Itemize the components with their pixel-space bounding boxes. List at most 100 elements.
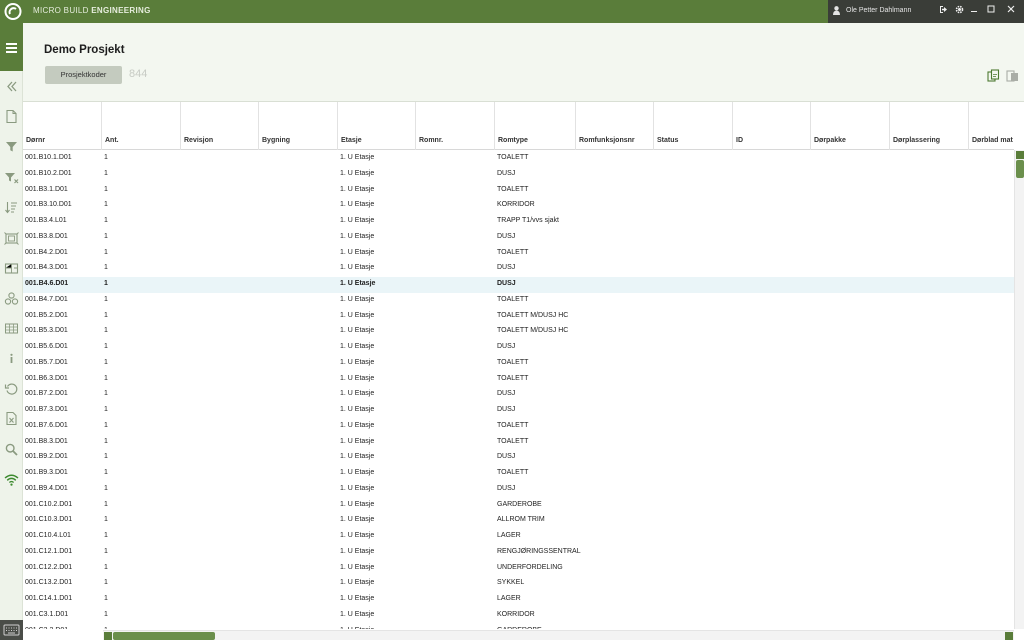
table-row[interactable]: 001.C14.1.D01 1 1. U Etasje LAGER — [23, 592, 1014, 608]
cell-floor: 1. U Etasje — [340, 248, 375, 256]
column-header-roomtype[interactable]: Romtype — [495, 102, 576, 150]
column-header-doorleaf[interactable]: Dørblad mat — [969, 102, 1014, 150]
user-name[interactable]: Ole Petter Dahlmann — [846, 7, 911, 14]
cell-count: 1 — [104, 469, 108, 476]
table-row[interactable]: 001.B5.2.D01 1 1. U Etasje TOALETT M/DUSJ H… — [23, 309, 1014, 325]
vertical-scroll-thumb[interactable] — [1016, 160, 1024, 178]
logout-icon[interactable] — [937, 5, 949, 17]
vertical-scrollbar[interactable] — [1014, 150, 1024, 629]
history-icon[interactable] — [4, 381, 19, 396]
table-row[interactable]: 001.B10.1.D01 1 1. U Etasje TOALETT — [23, 151, 1014, 167]
cell-count: 1 — [104, 280, 108, 287]
column-header-doornr[interactable]: Dørnr — [23, 102, 102, 150]
table-row[interactable]: 001.C12.1.D01 1 1. U Etasje RENGJØRINGSSENT… — [23, 545, 1014, 561]
cell-door-number: 001.B6.3.D01 — [25, 374, 68, 382]
table-row[interactable]: 001.B7.6.D01 1 1. U Etasje TOALETT — [23, 419, 1014, 435]
column-header-status[interactable]: Status — [654, 102, 733, 150]
table-row[interactable]: 001.C10.2.D01 1 1. U Etasje GARDEROBE — [23, 498, 1014, 514]
table-row[interactable]: 001.B7.2.D01 1 1. U Etasje DUSJ — [23, 387, 1014, 403]
info-icon[interactable] — [4, 351, 19, 366]
table-row[interactable]: 001.B8.3.D01 1 1. U Etasje TOALETT — [23, 435, 1014, 451]
table-row[interactable]: 001.B6.3.D01 1 1. U Etasje TOALETT — [23, 372, 1014, 388]
cell-floor: 1. U Etasje — [340, 154, 375, 161]
table-row[interactable]: 001.B4.3.D01 1 1. U Etasje DUSJ — [23, 261, 1014, 277]
table-row[interactable]: 001.B3.1.D01 1 1. U Etasje TOALETT — [23, 183, 1014, 199]
column-header-count[interactable]: Ant. — [102, 102, 181, 150]
minimize-icon[interactable] — [968, 5, 980, 17]
table-row[interactable]: 001.B9.3.D01 1 1. U Etasje TOALETT — [23, 466, 1014, 482]
filter-clear-icon[interactable] — [4, 170, 19, 185]
collapse-icon[interactable] — [4, 79, 19, 94]
table-row[interactable]: 001.B7.3.D01 1 1. U Etasje DUSJ — [23, 403, 1014, 419]
table-row[interactable]: 001.B5.7.D01 1 1. U Etasje TOALETT — [23, 356, 1014, 372]
table-row[interactable]: 001.C12.2.D01 1 1. U Etasje UNDERFORDELING — [23, 561, 1014, 577]
copy-icon[interactable] — [987, 69, 1000, 82]
table-row[interactable]: 001.B10.2.D01 1 1. U Etasje DUSJ — [23, 167, 1014, 183]
brand-name: MICRO BUILD ENGINEERING — [33, 6, 151, 15]
sort-icon[interactable] — [4, 200, 19, 215]
close-icon[interactable] — [1005, 5, 1017, 17]
column-header-doorplacement[interactable]: Dørplassering — [890, 102, 969, 150]
grid-icon[interactable] — [4, 321, 19, 336]
table-row[interactable]: 001.B3.10.D01 1 1. U Etasje KORRIDOR — [23, 198, 1014, 214]
title-bar: MICRO BUILD ENGINEERING Ole Petter Dahlm… — [0, 0, 1024, 23]
maximize-icon[interactable] — [985, 5, 997, 17]
table-row[interactable]: 001.C13.2.D01 1 1. U Etasje SYKKEL — [23, 576, 1014, 592]
cell-floor: 1. U Etasje — [340, 201, 375, 209]
excel-icon[interactable] — [4, 411, 19, 426]
cell-count: 1 — [104, 201, 108, 209]
table-row[interactable]: 001.B5.6.D01 1 1. U Etasje DUSJ — [23, 340, 1014, 356]
components-icon[interactable] — [4, 291, 19, 306]
column-header-revision[interactable]: Revisjon — [181, 102, 259, 150]
document-icon[interactable] — [4, 109, 19, 124]
cell-door-number: 001.C3.2.D01 — [25, 627, 68, 630]
settings-gear-icon[interactable] — [953, 5, 965, 17]
table-row[interactable]: 001.C10.3.D01 1 1. U Etasje ALLROM TRIM — [23, 513, 1014, 529]
column-header-roomfunction[interactable]: Romfunksjonsnr — [576, 102, 654, 150]
project-codes-button[interactable]: Prosjektkoder — [45, 66, 122, 84]
cell-count: 1 — [104, 532, 108, 539]
cell-door-number: 001.C10.3.D01 — [25, 516, 73, 524]
column-header-label: Romfunksjonsnr — [579, 137, 635, 144]
column-header-roomnr[interactable]: Romnr. — [416, 102, 495, 150]
table-row[interactable]: 001.B3.4.L01 1 1. U Etasje TRAPP T1/vvs sja… — [23, 214, 1014, 230]
table-row[interactable]: 001.B9.4.D01 1 1. U Etasje DUSJ — [23, 482, 1014, 498]
table-row[interactable]: 001.B4.2.D01 1 1. U Etasje TOALETT — [23, 246, 1014, 262]
project-header: Demo Prosjekt Prosjektkoder 844 — [23, 23, 1024, 102]
column-header-building[interactable]: Bygning — [259, 102, 338, 150]
table-row[interactable]: 001.C10.4.L01 1 1. U Etasje LAGER — [23, 529, 1014, 545]
horizontal-scrollbar[interactable] — [103, 630, 1014, 640]
scroll-up-icon[interactable] — [1016, 151, 1024, 159]
keyboard-icon[interactable] — [0, 620, 23, 640]
scroll-right-icon[interactable] — [1005, 632, 1013, 640]
cell-floor: 1. U Etasje — [340, 185, 375, 193]
paste-icon[interactable] — [1006, 69, 1019, 82]
table-row[interactable]: 001.B5.3.D01 1 1. U Etasje TOALETT M/DUSJ H… — [23, 324, 1014, 340]
wifi-icon[interactable] — [4, 472, 19, 487]
table-row[interactable]: 001.C3.1.D01 1 1. U Etasje KORRIDOR — [23, 608, 1014, 624]
cell-door-number: 001.B5.7.D01 — [25, 358, 68, 366]
column-header-id[interactable]: ID — [733, 102, 811, 150]
scroll-left-icon[interactable] — [104, 632, 112, 640]
cell-room-type: DUSJ — [497, 169, 516, 177]
column-header-doorpackage[interactable]: Dørpakke — [811, 102, 890, 150]
building-plan-icon[interactable] — [4, 261, 19, 276]
table-row[interactable]: 001.B3.8.D01 1 1. U Etasje DUSJ — [23, 230, 1014, 246]
table-row[interactable]: 001.B4.7.D01 1 1. U Etasje TOALETT — [23, 293, 1014, 309]
horizontal-scroll-thumb[interactable] — [113, 632, 215, 640]
cell-room-type: TOALETT — [497, 374, 529, 382]
filter-icon[interactable] — [4, 139, 19, 154]
cell-room-type: KORRIDOR — [497, 201, 535, 209]
table-row[interactable]: 001.B4.6.D01 1 1. U Etasje DUSJ — [23, 277, 1014, 293]
cell-floor: 1. U Etasje — [340, 547, 375, 555]
floor-plan-icon[interactable] — [4, 231, 19, 246]
table-row[interactable]: 001.C3.2.D01 1 1. U Etasje GARDEROBE — [23, 624, 1014, 630]
cell-door-number: 001.B10.2.D01 — [25, 169, 72, 177]
hamburger-menu-icon[interactable] — [0, 23, 23, 71]
search-icon[interactable] — [4, 442, 19, 457]
cell-room-type: LAGER — [497, 532, 521, 539]
cell-door-number: 001.C10.2.D01 — [25, 500, 73, 508]
column-header-floor[interactable]: Etasje — [338, 102, 416, 150]
table-row[interactable]: 001.B9.2.D01 1 1. U Etasje DUSJ — [23, 450, 1014, 466]
cell-floor: 1. U Etasje — [340, 421, 375, 429]
